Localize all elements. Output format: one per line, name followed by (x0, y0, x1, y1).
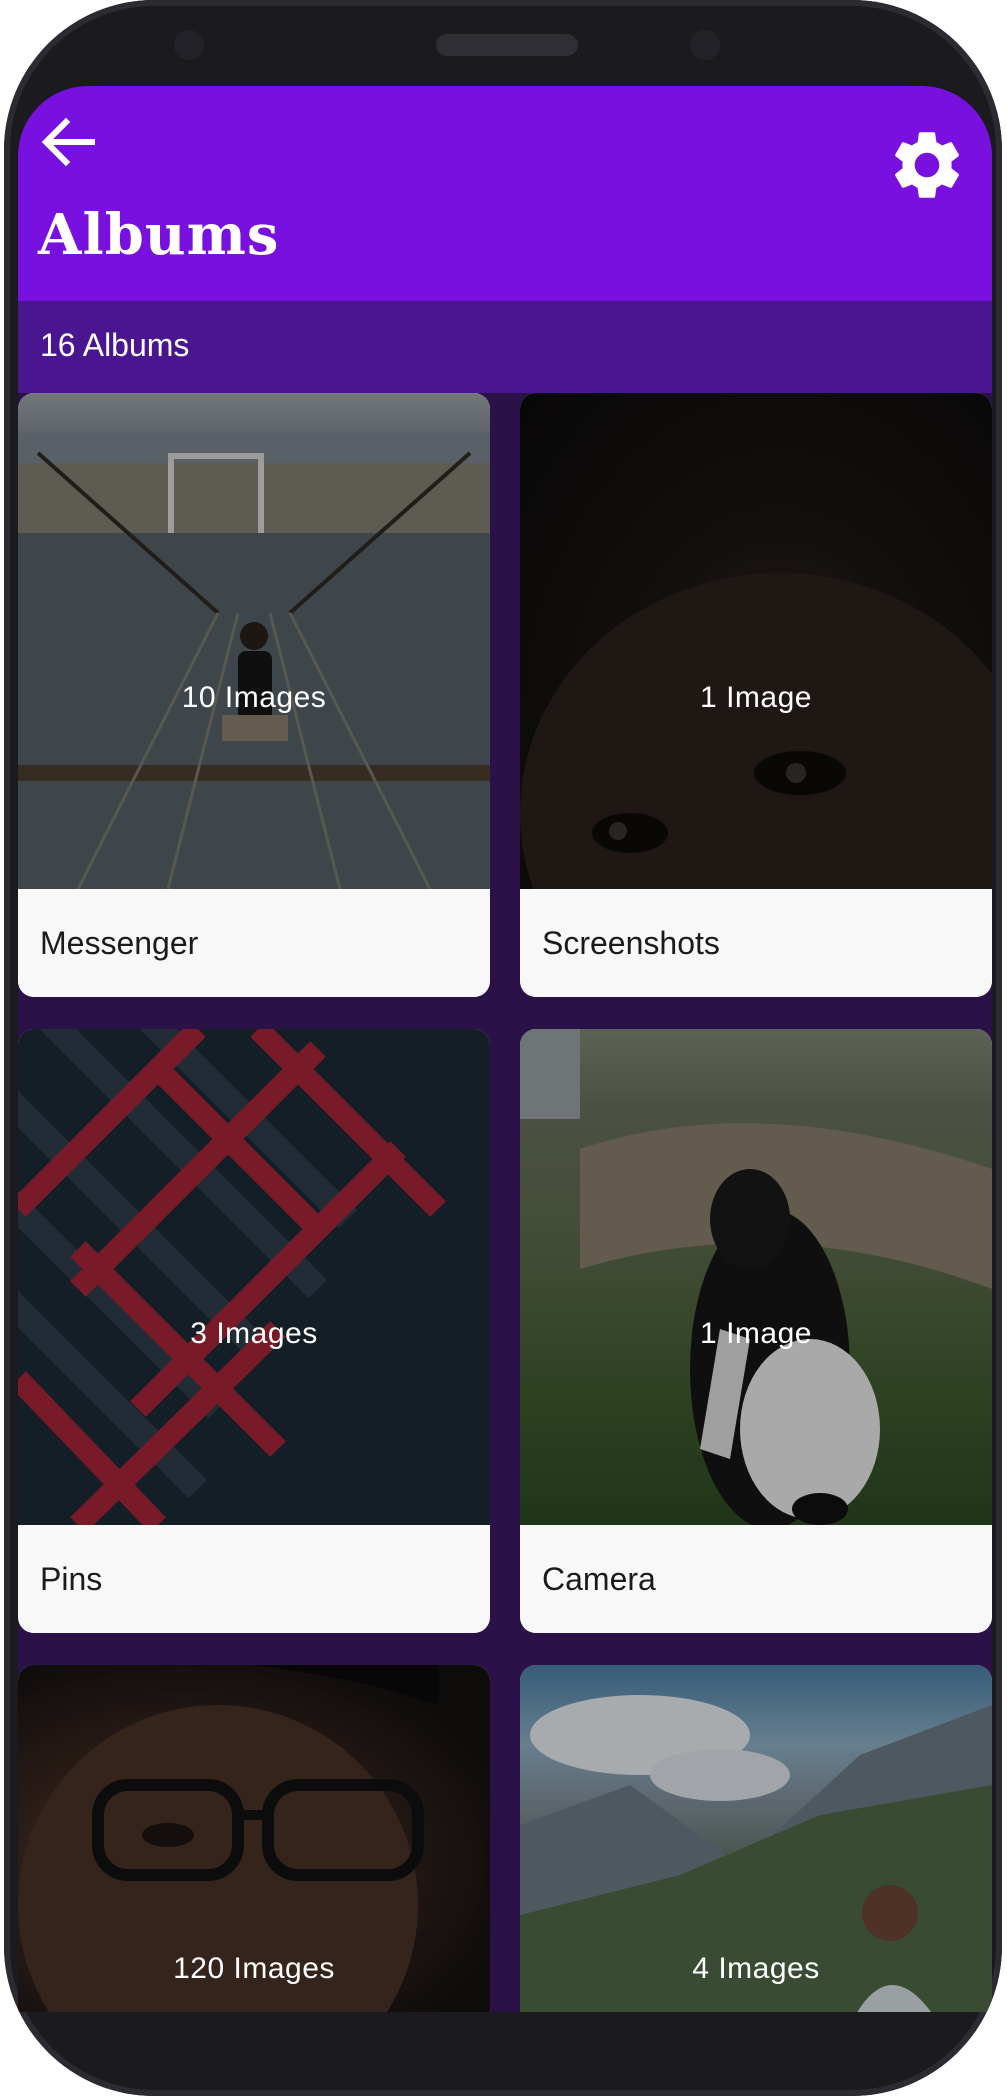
back-button[interactable] (36, 110, 100, 174)
album-thumbnail: 10 Images (18, 393, 490, 889)
album-thumbnail: 1 Image (520, 1029, 992, 1525)
phone-frame: Albums 16 Albums 10 Images Messenger 1 I… (4, 0, 1002, 2096)
album-thumbnail: 120 Images (18, 1665, 490, 2012)
image-count: 10 Images (181, 681, 327, 714)
album-thumbnail: 4 Images (520, 1665, 992, 2012)
album-card-messenger[interactable]: 10 Images Messenger (18, 393, 490, 997)
app-screen: Albums 16 Albums 10 Images Messenger 1 I… (18, 86, 992, 2012)
album-count: 16 Albums (40, 327, 190, 363)
album-card-6[interactable]: 4 Images (520, 1665, 992, 2012)
album-card-pins[interactable]: 3 Images Pins (18, 1029, 490, 1633)
camera-sensor (174, 30, 204, 60)
settings-button[interactable] (886, 124, 968, 206)
album-grid: 10 Images Messenger 1 Image Screenshots … (18, 393, 992, 2012)
front-camera (690, 30, 720, 60)
album-name: Camera (542, 1561, 656, 1597)
image-count: 3 Images (190, 1317, 318, 1350)
album-thumbnail: 1 Image (520, 393, 992, 889)
album-card-5[interactable]: 120 Images (18, 1665, 490, 2012)
page-title: Albums (38, 202, 280, 268)
album-name: Pins (40, 1561, 103, 1597)
image-count: 1 Image (700, 1317, 812, 1350)
image-count: 1 Image (700, 681, 812, 714)
gear-icon (895, 132, 959, 198)
album-name: Screenshots (542, 925, 720, 961)
image-count: 4 Images (692, 1952, 820, 1985)
album-count-bar: 16 Albums (18, 301, 992, 393)
app-bar: Albums (18, 86, 992, 301)
album-name: Messenger (40, 925, 199, 961)
album-thumbnail: 3 Images (18, 1029, 490, 1525)
arrow-left-icon (41, 117, 95, 167)
album-card-screenshots[interactable]: 1 Image Screenshots (520, 393, 992, 997)
earpiece-speaker (436, 34, 578, 56)
album-card-camera[interactable]: 1 Image Camera (520, 1029, 992, 1633)
image-count: 120 Images (173, 1952, 335, 1985)
